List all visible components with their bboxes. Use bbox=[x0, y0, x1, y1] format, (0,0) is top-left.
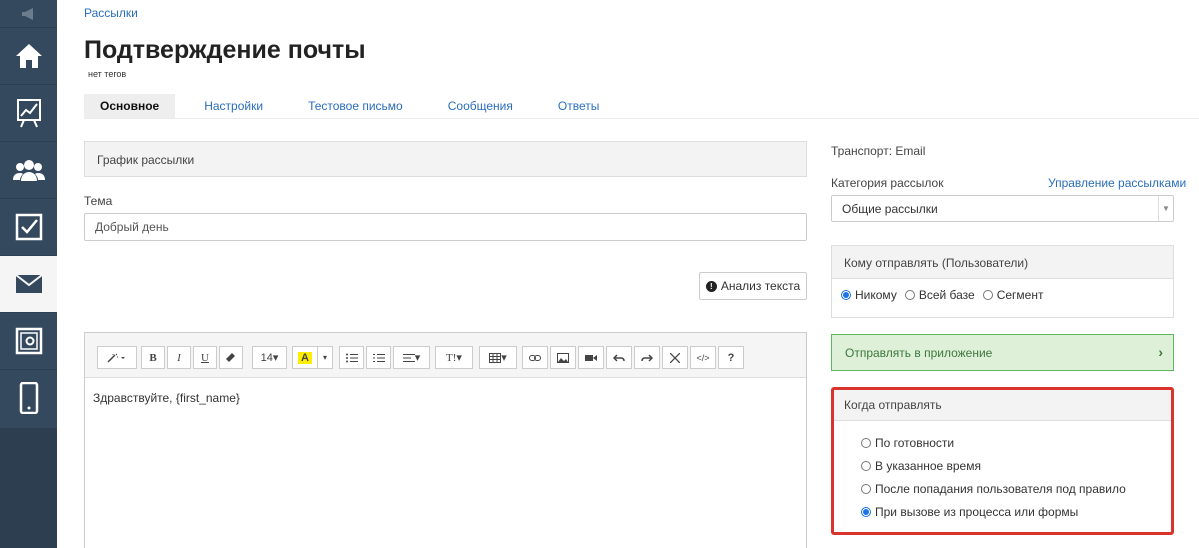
tab-settings[interactable]: Настройки bbox=[188, 94, 279, 118]
when-option-label: В указанное время bbox=[875, 458, 981, 473]
recipients-options: Никому Всей базе Сегмент bbox=[832, 279, 1173, 311]
recipients-option-label: Сегмент bbox=[996, 288, 1044, 302]
category-label: Категория рассылок bbox=[831, 176, 944, 190]
radio-icon[interactable] bbox=[904, 290, 915, 300]
link-icon[interactable] bbox=[522, 346, 548, 369]
editor-toolbar: B I U 14 ▾ A ▾ ▾ T !▾ ▾ </> ? bbox=[85, 333, 806, 378]
bullet-list-icon[interactable] bbox=[339, 346, 364, 369]
chevron-down-icon: ▼ bbox=[1158, 196, 1173, 221]
subject-input[interactable] bbox=[84, 213, 807, 241]
sidebar-empty-area bbox=[0, 428, 57, 548]
manage-mailings-link[interactable]: Управление рассылками bbox=[1048, 176, 1186, 190]
chevron-right-icon: › bbox=[1158, 344, 1163, 360]
editor-content[interactable]: Здравствуйте, {first_name} bbox=[85, 378, 806, 418]
tab-test-email[interactable]: Тестовое письмо bbox=[292, 94, 419, 118]
send-to-app-label: Отправлять в приложение bbox=[845, 346, 993, 360]
mobile-icon[interactable] bbox=[0, 369, 57, 426]
redo-icon[interactable] bbox=[634, 346, 660, 369]
sidebar bbox=[0, 0, 57, 548]
radio-icon[interactable] bbox=[861, 437, 871, 448]
tab-messages[interactable]: Сообщения bbox=[432, 94, 529, 118]
help-label: ? bbox=[727, 351, 735, 364]
recipients-option-nobody[interactable]: Никому bbox=[841, 288, 897, 302]
breadcrumb[interactable]: Рассылки bbox=[84, 6, 138, 20]
schedule-panel-label: График рассылки bbox=[97, 153, 195, 167]
when-option-scheduled[interactable]: В указанное время bbox=[861, 454, 1171, 477]
recipients-option-segment[interactable]: Сегмент bbox=[982, 288, 1044, 302]
transport-label: Транспорт: Email bbox=[831, 144, 926, 158]
eraser-icon[interactable] bbox=[219, 346, 243, 369]
category-selected-value: Общие рассылки bbox=[842, 202, 938, 216]
magic-wand-icon[interactable] bbox=[97, 346, 137, 369]
recipients-title: Кому отправлять (Пользователи) bbox=[832, 246, 1173, 279]
when-to-send-options: По готовности В указанное время После по… bbox=[834, 421, 1171, 523]
fullscreen-icon[interactable] bbox=[662, 346, 688, 369]
category-select[interactable]: Общие рассылки ▼ bbox=[831, 195, 1174, 222]
main-content: Рассылки Подтверждение почты нет тегов О… bbox=[57, 0, 1199, 548]
table-icon[interactable]: ▾ bbox=[479, 346, 517, 369]
undo-icon[interactable] bbox=[606, 346, 632, 369]
when-option-label: При вызове из процесса или формы bbox=[875, 504, 1079, 519]
info-icon: ! bbox=[705, 280, 717, 292]
safe-icon[interactable] bbox=[0, 312, 57, 369]
heading-label: T bbox=[446, 351, 453, 364]
font-size-value: 14 bbox=[260, 351, 273, 364]
heading-dropdown[interactable]: T !▾ bbox=[435, 346, 473, 369]
users-icon[interactable] bbox=[0, 141, 57, 198]
radio-icon[interactable] bbox=[982, 290, 993, 300]
when-to-send-panel: Когда отправлять По готовности В указанн… bbox=[831, 387, 1174, 535]
when-to-send-title: Когда отправлять bbox=[834, 390, 1171, 421]
megaphone-icon[interactable] bbox=[0, 0, 57, 27]
rich-text-editor: B I U 14 ▾ A ▾ ▾ T !▾ ▾ </> ? Здравствуй… bbox=[84, 332, 807, 548]
radio-checked-icon[interactable] bbox=[861, 506, 871, 517]
numbered-list-icon[interactable] bbox=[366, 346, 391, 369]
radio-icon[interactable] bbox=[861, 460, 871, 471]
mail-icon[interactable] bbox=[0, 255, 57, 312]
subject-label: Тема bbox=[84, 194, 113, 208]
font-size-dropdown[interactable]: 14 ▾ bbox=[252, 346, 287, 369]
image-icon[interactable] bbox=[550, 346, 576, 369]
analyze-text-label: Анализ текста bbox=[720, 279, 801, 293]
help-icon[interactable]: ? bbox=[718, 346, 744, 369]
bold-icon[interactable]: B bbox=[141, 346, 165, 369]
analyze-text-button[interactable]: ! Анализ текста bbox=[699, 272, 807, 300]
tags-note: нет тегов bbox=[88, 69, 127, 79]
video-icon[interactable] bbox=[578, 346, 604, 369]
schedule-panel[interactable]: График рассылки bbox=[84, 141, 807, 177]
when-option-process[interactable]: При вызове из процесса или формы bbox=[861, 500, 1171, 523]
recipients-option-label: Никому bbox=[855, 288, 897, 302]
home-icon[interactable] bbox=[0, 27, 57, 84]
align-dropdown-icon[interactable]: ▾ bbox=[393, 346, 430, 369]
recipients-option-label: Всей базе bbox=[918, 288, 975, 302]
text-color-icon[interactable]: A bbox=[292, 346, 318, 369]
tab-replies[interactable]: Ответы bbox=[542, 94, 615, 118]
code-view-icon[interactable]: </> bbox=[690, 346, 716, 369]
when-option-ready[interactable]: По готовности bbox=[861, 431, 1171, 454]
underline-icon[interactable]: U bbox=[193, 346, 217, 369]
recipients-option-all[interactable]: Всей базе bbox=[904, 288, 975, 302]
radio-icon[interactable] bbox=[861, 483, 871, 494]
radio-checked-icon[interactable] bbox=[841, 290, 851, 300]
recipients-panel: Кому отправлять (Пользователи) Никому Вс… bbox=[831, 245, 1174, 318]
tab-main[interactable]: Основное bbox=[84, 94, 176, 118]
tab-bar: Основное Настройки Тестовое письмо Сообщ… bbox=[84, 94, 628, 118]
analytics-icon[interactable] bbox=[0, 84, 57, 141]
text-color-dropdown-icon[interactable]: ▾ bbox=[317, 346, 333, 369]
send-to-app-panel[interactable]: Отправлять в приложение › bbox=[831, 334, 1174, 371]
code-view-label: </> bbox=[696, 352, 710, 363]
when-option-rule[interactable]: После попадания пользователя под правило bbox=[861, 477, 1171, 500]
when-option-label: По готовности bbox=[875, 435, 955, 450]
italic-icon[interactable]: I bbox=[167, 346, 191, 369]
tasks-icon[interactable] bbox=[0, 198, 57, 255]
when-option-label: После попадания пользователя под правило bbox=[875, 481, 1126, 496]
tabs-divider bbox=[84, 118, 1199, 119]
page-title: Подтверждение почты bbox=[84, 36, 366, 64]
